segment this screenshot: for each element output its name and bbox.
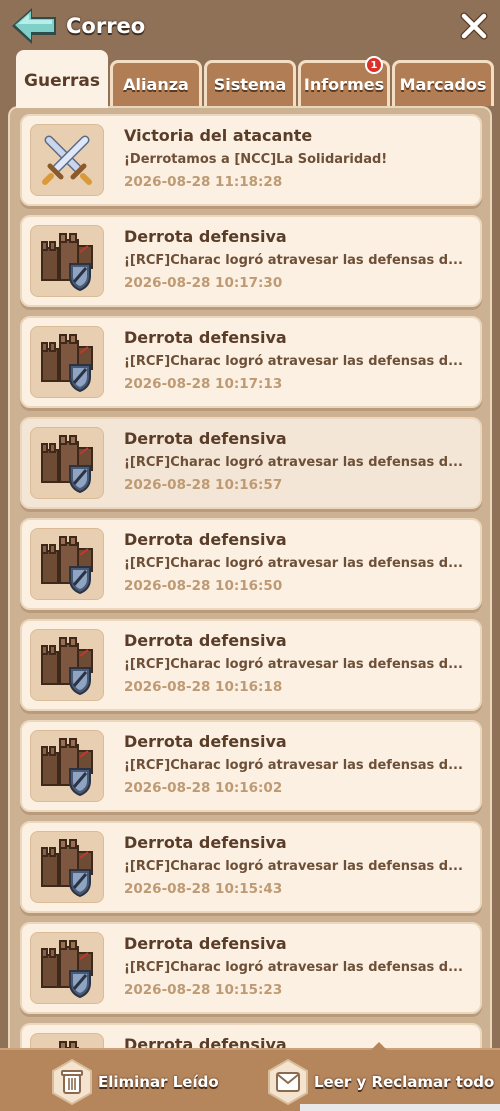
tab-sistema[interactable]: Sistema xyxy=(204,60,296,106)
castle-shield-graphic xyxy=(41,334,93,393)
castle-shield-graphic xyxy=(41,940,93,999)
horizontal-scrollbar[interactable] xyxy=(300,1104,500,1111)
tab-label: Sistema xyxy=(213,75,287,94)
castle-shield-graphic xyxy=(41,536,93,595)
read-claim-all-button[interactable]: Leer y Reclamar todo xyxy=(266,1058,494,1106)
delete-read-button[interactable]: Eliminar Leído xyxy=(50,1058,219,1106)
trash-icon xyxy=(50,1058,94,1106)
mail-title: Derrota defensiva xyxy=(124,429,287,448)
mail-item[interactable]: Derrota defensiva ¡[RCF]Charac logró atra… xyxy=(20,417,482,509)
delete-read-label: Eliminar Leído xyxy=(98,1073,219,1091)
mail-title: Derrota defensiva xyxy=(124,1035,287,1048)
notification-badge: 1 xyxy=(365,56,383,74)
tab-label: Marcados xyxy=(399,75,487,94)
mail-preview: ¡[RCF]Charac logró atravesar las defensa… xyxy=(124,253,463,268)
mail-title: Derrota defensiva xyxy=(124,530,287,549)
tab-label: Informes xyxy=(303,75,385,94)
mail-item[interactable]: Derrota defensiva ¡[RCF]Charac logró atra… xyxy=(20,922,482,1014)
tab-marcados[interactable]: Marcados xyxy=(392,60,494,106)
crossed-swords-graphic xyxy=(42,135,92,185)
mail-item[interactable]: Derrota defensiva ¡[RCF]Charac logró atra… xyxy=(20,316,482,408)
mail-title: Derrota defensiva xyxy=(124,328,287,347)
mail-timestamp: 2026-08-28 10:16:18 xyxy=(124,679,283,695)
back-arrow-icon[interactable] xyxy=(10,6,58,46)
mail-timestamp: 2026-08-28 10:15:43 xyxy=(124,881,283,897)
mail-timestamp: 2026-08-28 10:16:57 xyxy=(124,477,283,493)
castle-shield-icon xyxy=(30,932,104,1004)
mail-preview: ¡[RCF]Charac logró atravesar las defensa… xyxy=(124,859,463,874)
bottom-action-bar: Eliminar Leído Leer y Reclamar todo xyxy=(0,1042,500,1111)
mail-timestamp: 2026-08-28 10:17:30 xyxy=(124,275,283,291)
mail-item[interactable]: Derrota defensiva xyxy=(20,1023,482,1048)
mail-timestamp: 2026-08-28 10:17:13 xyxy=(124,376,283,392)
castle-shield-graphic xyxy=(59,1041,79,1048)
castle-shield-icon xyxy=(30,326,104,398)
bar-notch xyxy=(371,1042,387,1050)
mail-item[interactable]: Derrota defensiva ¡[RCF]Charac logró atra… xyxy=(20,215,482,307)
tab-label: Guerras xyxy=(24,70,100,91)
castle-shield-graphic xyxy=(41,233,93,292)
mail-title: Victoria del atacante xyxy=(124,126,313,145)
mail-preview: ¡[RCF]Charac logró atravesar las defensa… xyxy=(124,960,463,975)
castle-shield-icon xyxy=(30,528,104,600)
mail-list-panel[interactable]: Victoria del atacante ¡Derrotamos a [NCC]… xyxy=(8,106,492,1048)
mail-preview: ¡[RCF]Charac logró atravesar las defensa… xyxy=(124,354,463,369)
mail-preview: ¡[RCF]Charac logró atravesar las defensa… xyxy=(124,556,463,571)
mail-preview: ¡[RCF]Charac logró atravesar las defensa… xyxy=(124,657,463,672)
castle-shield-icon xyxy=(30,225,104,297)
castle-shield-icon xyxy=(30,1033,104,1048)
mail-item[interactable]: Derrota defensiva ¡[RCF]Charac logró atra… xyxy=(20,619,482,711)
mail-timestamp: 2026-08-28 10:16:50 xyxy=(124,578,283,594)
read-claim-all-label: Leer y Reclamar todo xyxy=(314,1073,495,1091)
castle-shield-graphic xyxy=(41,839,93,898)
mail-timestamp: 2026-08-28 11:18:28 xyxy=(124,174,283,190)
mail-title: Derrota defensiva xyxy=(124,833,287,852)
tab-guerras[interactable]: Guerras xyxy=(16,50,108,108)
castle-shield-graphic xyxy=(41,738,93,797)
mail-preview: ¡[RCF]Charac logró atravesar las defensa… xyxy=(124,758,463,773)
crossed-swords-icon xyxy=(30,124,104,196)
castle-shield-graphic xyxy=(41,435,93,494)
mail-item[interactable]: Derrota defensiva ¡[RCF]Charac logró atra… xyxy=(20,518,482,610)
tab-label: Alianza xyxy=(123,75,189,94)
mail-title: Derrota defensiva xyxy=(124,934,287,953)
castle-shield-graphic xyxy=(41,637,93,696)
mail-timestamp: 2026-08-28 10:16:02 xyxy=(124,780,283,796)
castle-shield-icon xyxy=(30,629,104,701)
page-title: Correo xyxy=(66,14,146,38)
tab-alianza[interactable]: Alianza xyxy=(110,60,202,106)
mail-item[interactable]: Derrota defensiva ¡[RCF]Charac logró atra… xyxy=(20,821,482,913)
tab-informes[interactable]: Informes 1 xyxy=(298,56,390,106)
mail-item[interactable]: Derrota defensiva ¡[RCF]Charac logró atra… xyxy=(20,720,482,812)
mail-title: Derrota defensiva xyxy=(124,631,287,650)
mail-item[interactable]: Victoria del atacante ¡Derrotamos a [NCC]… xyxy=(20,114,482,206)
close-icon[interactable] xyxy=(460,12,488,40)
mail-timestamp: 2026-08-28 10:15:23 xyxy=(124,982,283,998)
mail-preview: ¡[RCF]Charac logró atravesar las defensa… xyxy=(124,455,463,470)
mail-title: Derrota defensiva xyxy=(124,732,287,751)
castle-shield-icon xyxy=(30,427,104,499)
mail-title: Derrota defensiva xyxy=(124,227,287,246)
tab-bar: Guerras Alianza Sistema Informes 1 Marca… xyxy=(14,50,494,108)
castle-shield-icon xyxy=(30,831,104,903)
envelope-icon xyxy=(266,1058,310,1106)
mail-preview: ¡Derrotamos a [NCC]La Solidaridad! xyxy=(124,152,388,167)
castle-shield-icon xyxy=(30,730,104,802)
